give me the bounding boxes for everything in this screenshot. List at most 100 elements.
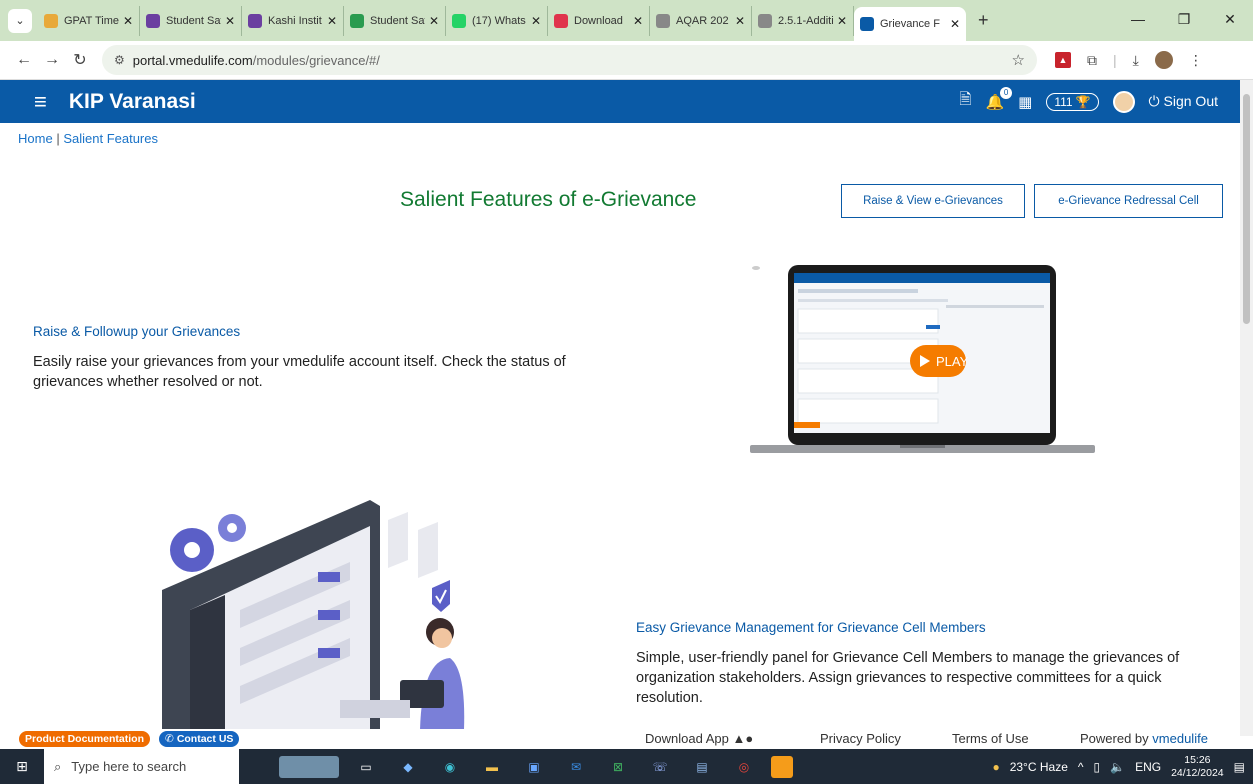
tab-close-icon[interactable]: ✕: [633, 14, 643, 28]
tray-overflow-icon[interactable]: ^: [1078, 760, 1084, 774]
download-icon[interactable]: ⤓: [1133, 52, 1139, 69]
extensions-puzzle-icon[interactable]: ⧉: [1087, 52, 1097, 69]
restore-icon[interactable]: ❐: [1161, 11, 1207, 28]
clock[interactable]: 15:26 24/12/2024: [1171, 754, 1224, 780]
extensions-area: ▲ ⧉ | ⤓ ⋮: [1055, 51, 1203, 69]
browser-tab[interactable]: Grievance F ✕: [854, 7, 966, 41]
search-placeholder: Type here to search: [71, 759, 187, 774]
tab-close-icon[interactable]: ✕: [327, 14, 337, 28]
browser-tab[interactable]: (17) Whats ✕: [446, 5, 548, 36]
terms-of-use-link[interactable]: Terms of Use: [952, 731, 1029, 746]
window-controls: — ❐ ✕: [1115, 0, 1253, 38]
store-icon[interactable]: ▣: [519, 756, 549, 778]
url-input[interactable]: ⚙ portal.vmedulife.com/modules/grievance…: [102, 45, 1037, 75]
profile-avatar[interactable]: [1154, 51, 1173, 69]
screen-line: [946, 305, 1044, 308]
page-scrollbar[interactable]: [1240, 80, 1253, 736]
search-icon: ⌕: [54, 758, 62, 774]
breadcrumb-current[interactable]: Salient Features: [63, 131, 158, 146]
scrollbar-thumb[interactable]: [1243, 94, 1250, 324]
browser-tab[interactable]: Kashi Instit ✕: [242, 5, 344, 36]
laptop-notch: [900, 445, 945, 448]
network-icon[interactable]: ▯: [1094, 760, 1101, 774]
outlook-icon[interactable]: ✉: [561, 756, 591, 778]
android-icon: ▲: [732, 731, 746, 746]
page-title: Salient Features of e-Grievance: [400, 188, 697, 211]
download-app-label: Download App: [645, 731, 729, 746]
raise-view-grievances-button[interactable]: Raise & View e-Grievances: [841, 184, 1025, 218]
tab-close-icon[interactable]: ✕: [225, 14, 235, 28]
pdf-extension-icon[interactable]: ▲: [1055, 52, 1071, 68]
edge-icon[interactable]: ◉: [435, 756, 465, 778]
notification-count-badge: 0: [1000, 86, 1013, 99]
notifications-icon[interactable]: ▤: [1234, 760, 1245, 774]
user-avatar[interactable]: [1112, 90, 1135, 113]
volume-icon[interactable]: 🔈: [1110, 760, 1125, 774]
minimize-icon[interactable]: —: [1115, 11, 1161, 27]
chrome-icon[interactable]: ◎: [729, 756, 759, 778]
breadcrumb-separator: |: [56, 131, 60, 146]
copilot-icon[interactable]: ◆: [393, 756, 423, 778]
notification-bell-icon[interactable]: 🔔 0: [985, 86, 1013, 111]
tab-close-icon[interactable]: ✕: [429, 14, 439, 28]
sign-out-label: Sign Out: [1163, 93, 1218, 109]
taskbar-search-input[interactable]: ⌕ Type here to search: [44, 749, 239, 784]
address-bar-row: ← → ↻ ⚙ portal.vmedulife.com/modules/gri…: [0, 41, 1253, 80]
tab-close-icon[interactable]: ✕: [950, 17, 960, 31]
back-icon[interactable]: ←: [10, 51, 38, 69]
contact-us-button[interactable]: ✆ Contact US: [159, 731, 240, 747]
video-preview-laptop[interactable]: PLAY: [750, 265, 1095, 460]
close-window-icon[interactable]: ✕: [1207, 11, 1253, 28]
sign-out-button[interactable]: ⏻ Sign Out: [1149, 93, 1218, 110]
photos-icon[interactable]: ▤: [687, 756, 717, 778]
product-documentation-button[interactable]: Product Documentation: [19, 731, 151, 747]
browser-tab[interactable]: AQAR 202 ✕: [650, 5, 752, 36]
forward-icon[interactable]: →: [38, 51, 66, 69]
browser-tab[interactable]: Student Sat ✕: [140, 5, 242, 36]
grievance-redressal-cell-button[interactable]: e-Grievance Redressal Cell: [1034, 184, 1223, 218]
windows-start-icon[interactable]: ⊞: [0, 758, 44, 775]
tab-search-icon[interactable]: ⌄: [8, 8, 32, 33]
hamburger-menu-icon[interactable]: ≡: [34, 89, 47, 115]
tab-title: AQAR 202: [676, 14, 729, 27]
breadcrumb-home-link[interactable]: Home: [18, 131, 53, 146]
feature-1-title: Raise & Followup your Grievances: [33, 324, 241, 339]
document-icon: [388, 512, 408, 568]
browser-tab[interactable]: GPAT Time ✕: [38, 5, 140, 36]
document-icon[interactable]: 🗎: [959, 89, 971, 114]
tab-favicon-icon: [758, 13, 772, 28]
tab-title: Download: [574, 14, 623, 27]
news-widget-icon[interactable]: [279, 755, 339, 778]
tab-close-icon[interactable]: ✕: [531, 14, 541, 28]
apps-grid-icon[interactable]: ▦: [1018, 93, 1032, 111]
browser-menu-icon[interactable]: ⋮: [1189, 52, 1203, 69]
browser-tab[interactable]: Student Sat ✕: [344, 5, 446, 36]
app-icon[interactable]: [771, 755, 793, 778]
toolbar-divider: |: [1113, 52, 1117, 68]
tab-strip: GPAT Time ✕ Student Sat ✕ Kashi Instit ✕ Stude…: [38, 0, 966, 41]
new-tab-icon[interactable]: +: [978, 10, 989, 31]
powered-by: Powered by vmedulife: [1080, 731, 1208, 746]
tab-title: 2.5.1-Additi: [778, 14, 833, 27]
weather-icon: ●: [992, 759, 1000, 774]
tab-close-icon[interactable]: ✕: [837, 14, 847, 28]
browser-tab[interactable]: Download ✕: [548, 5, 650, 36]
excel-icon[interactable]: ⊠: [603, 756, 633, 778]
browser-tab[interactable]: 2.5.1-Additi ✕: [752, 5, 854, 36]
books-stack: [340, 700, 410, 718]
weather-text[interactable]: 23°C Haze: [1010, 760, 1068, 774]
privacy-policy-link[interactable]: Privacy Policy: [820, 731, 901, 746]
phone-link-icon[interactable]: ☏: [645, 756, 675, 778]
download-app-link[interactable]: Download App ▲●: [645, 731, 753, 746]
tab-close-icon[interactable]: ✕: [735, 14, 745, 28]
reload-icon[interactable]: ↻: [66, 50, 94, 70]
apple-icon: ●: [745, 731, 754, 746]
task-view-icon[interactable]: ▭: [351, 756, 381, 778]
language-indicator[interactable]: ENG: [1135, 760, 1161, 774]
screen-card: [797, 398, 939, 424]
site-info-icon[interactable]: ⚙: [114, 53, 125, 67]
points-badge[interactable]: 111 🏆: [1046, 92, 1099, 111]
tab-close-icon[interactable]: ✕: [123, 14, 133, 28]
bookmark-star-icon[interactable]: ☆: [1012, 51, 1025, 69]
file-explorer-icon[interactable]: ▬: [477, 756, 507, 778]
